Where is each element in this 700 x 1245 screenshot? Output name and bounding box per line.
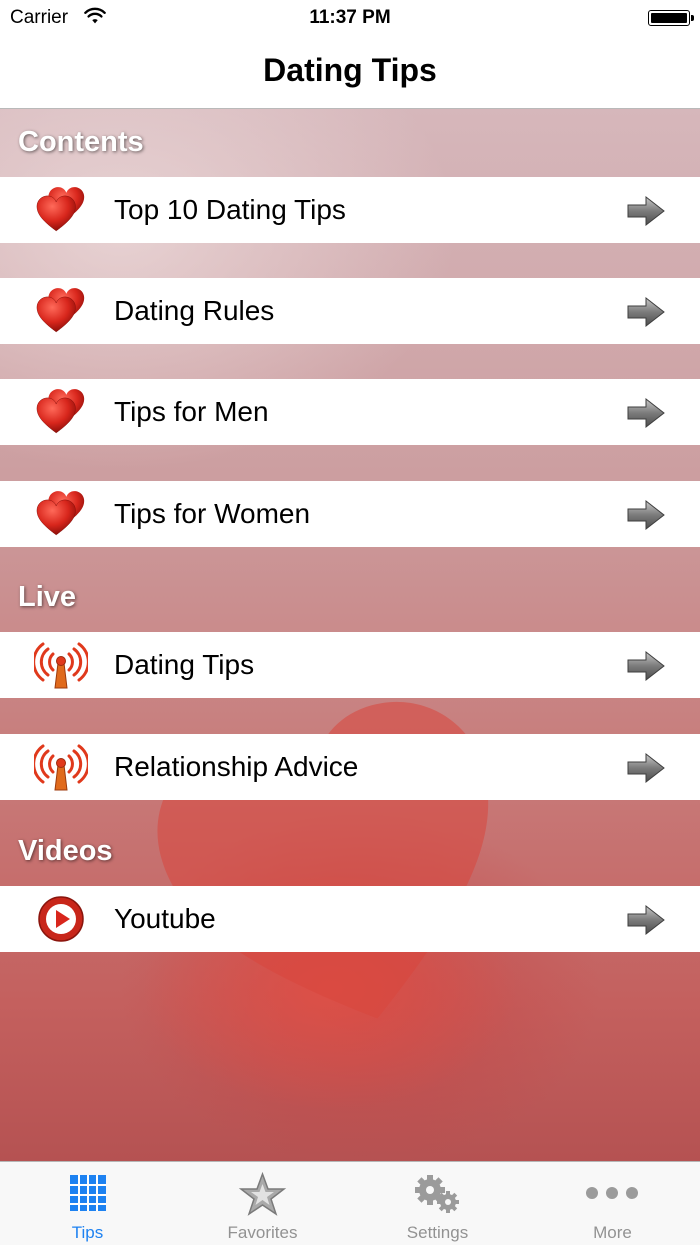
tab-more[interactable]: More: [525, 1162, 700, 1245]
list-item-tips-for-men[interactable]: Tips for Men: [0, 379, 700, 445]
hearts-icon: [36, 491, 85, 536]
list-item-live-dating-tips[interactable]: Dating Tips: [0, 632, 700, 698]
tab-favorites[interactable]: Favorites: [175, 1162, 350, 1245]
section-header-live: Live: [18, 581, 77, 613]
list-item-label: Tips for Men: [114, 396, 269, 427]
arrow-right-icon: [627, 650, 665, 682]
more-dots-icon: [586, 1187, 638, 1199]
list-item-label: Youtube: [114, 903, 216, 934]
list-item-label: Dating Tips: [114, 649, 255, 680]
list-item-label: Tips for Women: [114, 498, 311, 529]
battery-icon: [648, 10, 694, 26]
hearts-icon: [36, 187, 85, 232]
arrow-right-icon: [627, 499, 665, 531]
list-item-dating-rules[interactable]: Dating Rules: [0, 278, 700, 344]
arrow-right-icon: [627, 195, 665, 227]
tab-label: More: [593, 1223, 632, 1242]
tab-settings[interactable]: Settings: [350, 1162, 525, 1245]
list-item-youtube[interactable]: Youtube: [0, 886, 700, 952]
tab-bar: Tips Favorites Settings More: [0, 1161, 700, 1245]
section-header-contents: Contents: [18, 126, 144, 158]
tab-tips[interactable]: Tips: [0, 1162, 175, 1245]
arrow-right-icon: [627, 904, 665, 936]
page-title: Dating Tips: [263, 52, 437, 88]
arrow-right-icon: [627, 397, 665, 429]
gears-icon: [415, 1175, 459, 1213]
tips-icon: [70, 1175, 106, 1211]
navigation-bar: Dating Tips: [0, 40, 700, 109]
list-item-top-10-dating-tips[interactable]: Top 10 Dating Tips: [0, 177, 700, 243]
hearts-icon: [36, 288, 85, 333]
list-item-label: Dating Rules: [114, 295, 275, 326]
arrow-right-icon: [627, 752, 665, 784]
list-item-label: Top 10 Dating Tips: [114, 194, 346, 225]
list-item-label: Relationship Advice: [114, 751, 359, 782]
star-icon: [238, 1172, 287, 1216]
tab-label: Favorites: [227, 1223, 298, 1242]
radio-tower-icon: [34, 642, 88, 689]
section-header-videos: Videos: [18, 835, 113, 867]
status-bar: Carrier 11:37 PM: [0, 0, 700, 40]
content-area[interactable]: Contents Top 10 Dating Tips Dating Rules…: [0, 109, 700, 1161]
hearts-icon: [36, 389, 85, 434]
radio-tower-icon: [34, 744, 88, 791]
tab-label: Settings: [406, 1223, 469, 1242]
status-time: 11:37 PM: [309, 7, 391, 28]
list-item-relationship-advice[interactable]: Relationship Advice: [0, 734, 700, 800]
tab-label: Tips: [71, 1223, 104, 1242]
list-item-tips-for-women[interactable]: Tips for Women: [0, 481, 700, 547]
play-icon: [38, 896, 84, 942]
arrow-right-icon: [627, 296, 665, 328]
